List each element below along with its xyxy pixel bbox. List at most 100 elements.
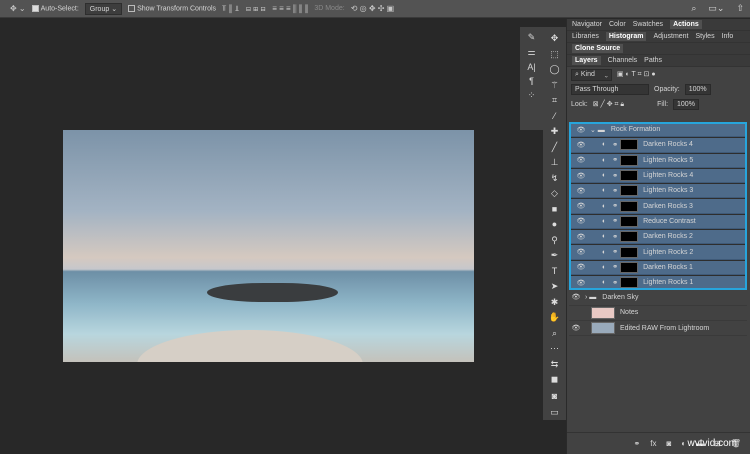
eyedropper-icon[interactable]: ⁄	[554, 109, 556, 125]
layer-row[interactable]: 👁︎ ◐ ⚭ Reduce Contrast	[569, 213, 747, 230]
tab-swatches[interactable]: Swatches	[633, 21, 663, 28]
layer-row[interactable]: Notes	[569, 306, 747, 321]
layer-mask-thumbnail[interactable]	[620, 170, 639, 182]
swap-colors-icon[interactable]: ⇆	[551, 357, 559, 373]
pen-icon[interactable]: ✒	[551, 248, 559, 264]
history-brush-icon[interactable]: ↯	[551, 171, 559, 187]
tab-libraries[interactable]: Libraries	[572, 33, 599, 40]
layer-row[interactable]: 👁︎ ◐ ⚭ Lighten Rocks 3	[569, 183, 747, 199]
opacity-input[interactable]: 100%	[684, 84, 711, 95]
tab-adjustment[interactable]: Adjustment	[653, 33, 688, 40]
visibility-eye-icon[interactable]: 👁︎	[574, 156, 588, 164]
tab-info[interactable]: Info	[722, 33, 734, 40]
workspace-icon[interactable]: ▭⌄	[708, 3, 724, 14]
chain-link-icon[interactable]: ⚭	[612, 263, 618, 271]
filter-kind-dropdown[interactable]: ⌕ Kind ⌄	[571, 68, 612, 81]
screen-mode-icon[interactable]: ▭	[550, 405, 559, 421]
blur-icon[interactable]: ●	[552, 217, 557, 233]
layer-mask-thumbnail[interactable]	[620, 200, 639, 212]
marquee-icon[interactable]: ⬚	[550, 47, 559, 63]
chain-link-icon[interactable]: ⚭	[612, 141, 618, 149]
layer-row[interactable]: 👁︎ › ▬ Darken Sky	[569, 290, 747, 306]
show-transform-checkbox[interactable]: Show Transform Controls	[128, 4, 216, 12]
layer-row[interactable]: 👁︎ ◐ ⚭ Lighten Rocks 5	[569, 152, 747, 168]
filter-icons[interactable]: ▣ ◐ T ⌗ ⊡ ●	[617, 70, 656, 79]
visibility-eye-icon[interactable]: 👁︎	[574, 172, 588, 180]
layer-row[interactable]: 👁︎ ◐ ⚭ Darken Rocks 3	[569, 198, 747, 214]
tab-paths[interactable]: Paths	[644, 57, 662, 64]
link-icon[interactable]: ⚭	[634, 439, 641, 448]
layer-mask-thumbnail[interactable]	[620, 231, 639, 243]
layer-mask-thumbnail[interactable]	[620, 185, 639, 197]
tab-layers[interactable]: Layers	[572, 56, 601, 65]
layer-row[interactable]: 👁︎ ◐ ⚭ Lighten Rocks 4	[569, 167, 747, 184]
layer-row[interactable]: 👁︎ ◐ ⚭ Darken Rocks 4	[569, 137, 747, 153]
adjustment-icon[interactable]: ◐	[681, 439, 686, 448]
magic-wand-icon[interactable]: ⚚	[550, 78, 558, 94]
type-icon[interactable]: T	[552, 264, 558, 280]
zoom-icon[interactable]: ⌕	[552, 326, 557, 342]
seascape-image[interactable]	[63, 130, 474, 362]
fill-input[interactable]: 100%	[673, 99, 699, 110]
layer-row[interactable]: 👁︎ ◐ ⚭ Darken Rocks 2	[569, 229, 747, 245]
visibility-eye-icon[interactable]: 👁︎	[574, 202, 588, 210]
layer-row[interactable]: 👁︎ ◐ ⚭ Darken Rocks 1	[569, 259, 747, 275]
auto-select-checkbox[interactable]: Auto-Select:	[31, 4, 79, 12]
align-icons[interactable]: ⫪ ⫼ ⫫ ⊟ ⊞ ⊟ ≡ ≡ ≡ ⫼ ⫼ ⫼	[222, 4, 308, 14]
brush-settings-icon[interactable]: ✎	[528, 32, 536, 43]
search-icon[interactable]: ⌕	[691, 3, 696, 14]
color-swatches-icon[interactable]: ◼	[551, 372, 558, 389]
visibility-eye-icon[interactable]: 👁︎	[574, 248, 588, 256]
character-icon[interactable]: A|	[527, 62, 535, 72]
layer-mask-thumbnail[interactable]	[620, 215, 639, 227]
stamp-icon[interactable]: ⊥	[551, 155, 559, 171]
visibility-eye-icon[interactable]: 👁︎	[574, 233, 588, 241]
tab-styles[interactable]: Styles	[696, 33, 715, 40]
move-tool-icon[interactable]: ✥ ⌄	[10, 4, 26, 13]
mask-icon[interactable]: ◙	[666, 439, 671, 448]
chain-link-icon[interactable]: ⚭	[612, 187, 618, 195]
tab-actions[interactable]: Actions	[670, 20, 702, 29]
chain-link-icon[interactable]: ⚭	[612, 202, 618, 210]
adjust-presets-icon[interactable]: ⚌	[527, 47, 535, 58]
layer-group-rock-formation[interactable]: 👁︎ ⌄ ▬ Rock Formation	[569, 122, 747, 138]
lasso-icon[interactable]: ◯	[549, 62, 559, 78]
tab-clone-source[interactable]: Clone Source	[572, 44, 624, 53]
3d-tools-icons[interactable]: ⟲ ◎ ✥ ✣ ▣	[351, 4, 395, 13]
chain-link-icon[interactable]: ⚭	[612, 156, 618, 164]
eraser-icon[interactable]: ◇	[551, 186, 558, 202]
quick-mask-icon[interactable]: ◙	[552, 389, 557, 405]
crop-icon[interactable]: ⌗	[552, 93, 557, 109]
tab-channels[interactable]: Channels	[608, 57, 638, 64]
move-icon[interactable]: ✥	[551, 31, 559, 47]
visibility-eye-icon[interactable]: 👁︎	[574, 141, 588, 149]
more-tools-icon[interactable]: ···	[550, 341, 559, 357]
layer-mask-thumbnail[interactable]	[620, 261, 639, 273]
fx-icon[interactable]: fx	[650, 439, 656, 448]
paragraph-icon[interactable]: ¶	[529, 76, 534, 86]
hand-icon[interactable]: ✋	[549, 310, 560, 326]
auto-select-dropdown[interactable]: Group ⌄	[84, 2, 123, 15]
layer-mask-thumbnail[interactable]	[620, 277, 639, 289]
chain-link-icon[interactable]: ⚭	[612, 233, 618, 241]
tab-histogram[interactable]: Histogram	[605, 32, 647, 41]
layer-mask-thumbnail[interactable]	[620, 139, 639, 151]
visibility-eye-icon[interactable]: 👁︎	[569, 293, 583, 301]
chain-link-icon[interactable]: ⚭	[612, 217, 618, 225]
layer-mask-thumbnail[interactable]	[620, 246, 639, 258]
tab-navigator[interactable]: Navigator	[572, 21, 602, 28]
path-select-icon[interactable]: ➤	[551, 279, 559, 295]
layer-row[interactable]: 👁︎ Edited RAW From Lightroom	[569, 321, 747, 337]
visibility-eye-icon[interactable]: 👁︎	[574, 187, 588, 195]
visibility-eye-icon[interactable]: 👁︎	[574, 217, 588, 225]
visibility-eye-icon[interactable]: 👁︎	[574, 279, 588, 287]
tab-color[interactable]: Color	[609, 21, 626, 28]
visibility-eye-icon[interactable]: 👁︎	[574, 263, 588, 271]
gradient-icon[interactable]: ■	[552, 202, 557, 218]
properties-icon[interactable]: ⁘	[528, 90, 536, 101]
chain-link-icon[interactable]: ⚭	[612, 279, 618, 287]
layer-row[interactable]: 👁︎ ◐ ⚭ Lighten Rocks 1	[569, 274, 747, 291]
visibility-eye-icon[interactable]: 👁︎	[574, 126, 588, 134]
chain-link-icon[interactable]: ⚭	[612, 172, 618, 180]
lock-icons[interactable]: ⊠ ╱ ✥ ⌗ 🔒︎	[593, 100, 624, 109]
